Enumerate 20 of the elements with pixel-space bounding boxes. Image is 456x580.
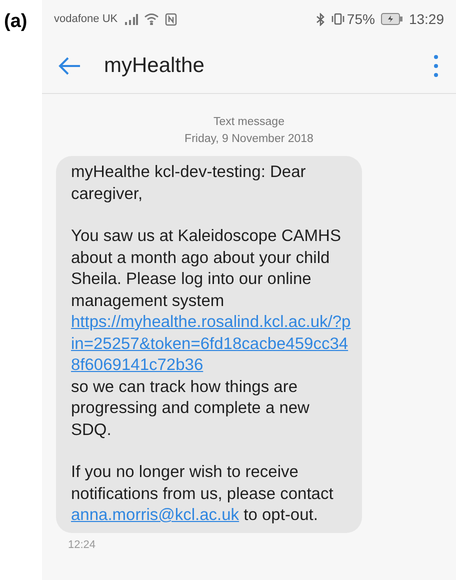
message-link[interactable]: https://myhealthe.rosalind.kcl.ac.uk/?pin=25257&token=6fd18cacbe459cc348f6069141c72b36 [71,312,354,376]
message-time: 12:24 [68,538,97,552]
battery-icon [380,13,403,25]
nfc-icon [164,12,177,26]
message-text: myHealthe kcl-dev-testing: Dear caregiver, [71,162,307,204]
email-link[interactable]: anna.morris@kcl.ac.uk [71,506,240,524]
message-text: so we can track how things are progressing and complete a new SDQ. [71,376,310,440]
signal-icon [124,14,138,24]
contact-title: myHealthe [104,52,206,79]
figure-label: (a) [4,11,28,32]
carrier-name: vodafone UK [54,12,118,27]
message-text: You saw us at Kaleidoscope CAMHS about a month ago about your child Sheila. Please log into our online management system [71,226,342,312]
message-paragraph: If you no longer wish to receive notifications from us, please contact anna.morris@kcl.ac.uk to opt-out. [71,462,334,526]
wifi-icon [144,13,159,25]
bluetooth-icon [316,12,325,26]
vibrate-icon [330,13,345,25]
status-time: 13:29 [408,10,444,28]
battery-percent: 75% [346,10,375,28]
thread-date: Friday, 9 November 2018 [184,132,314,147]
thread-label: Text message [214,115,284,130]
